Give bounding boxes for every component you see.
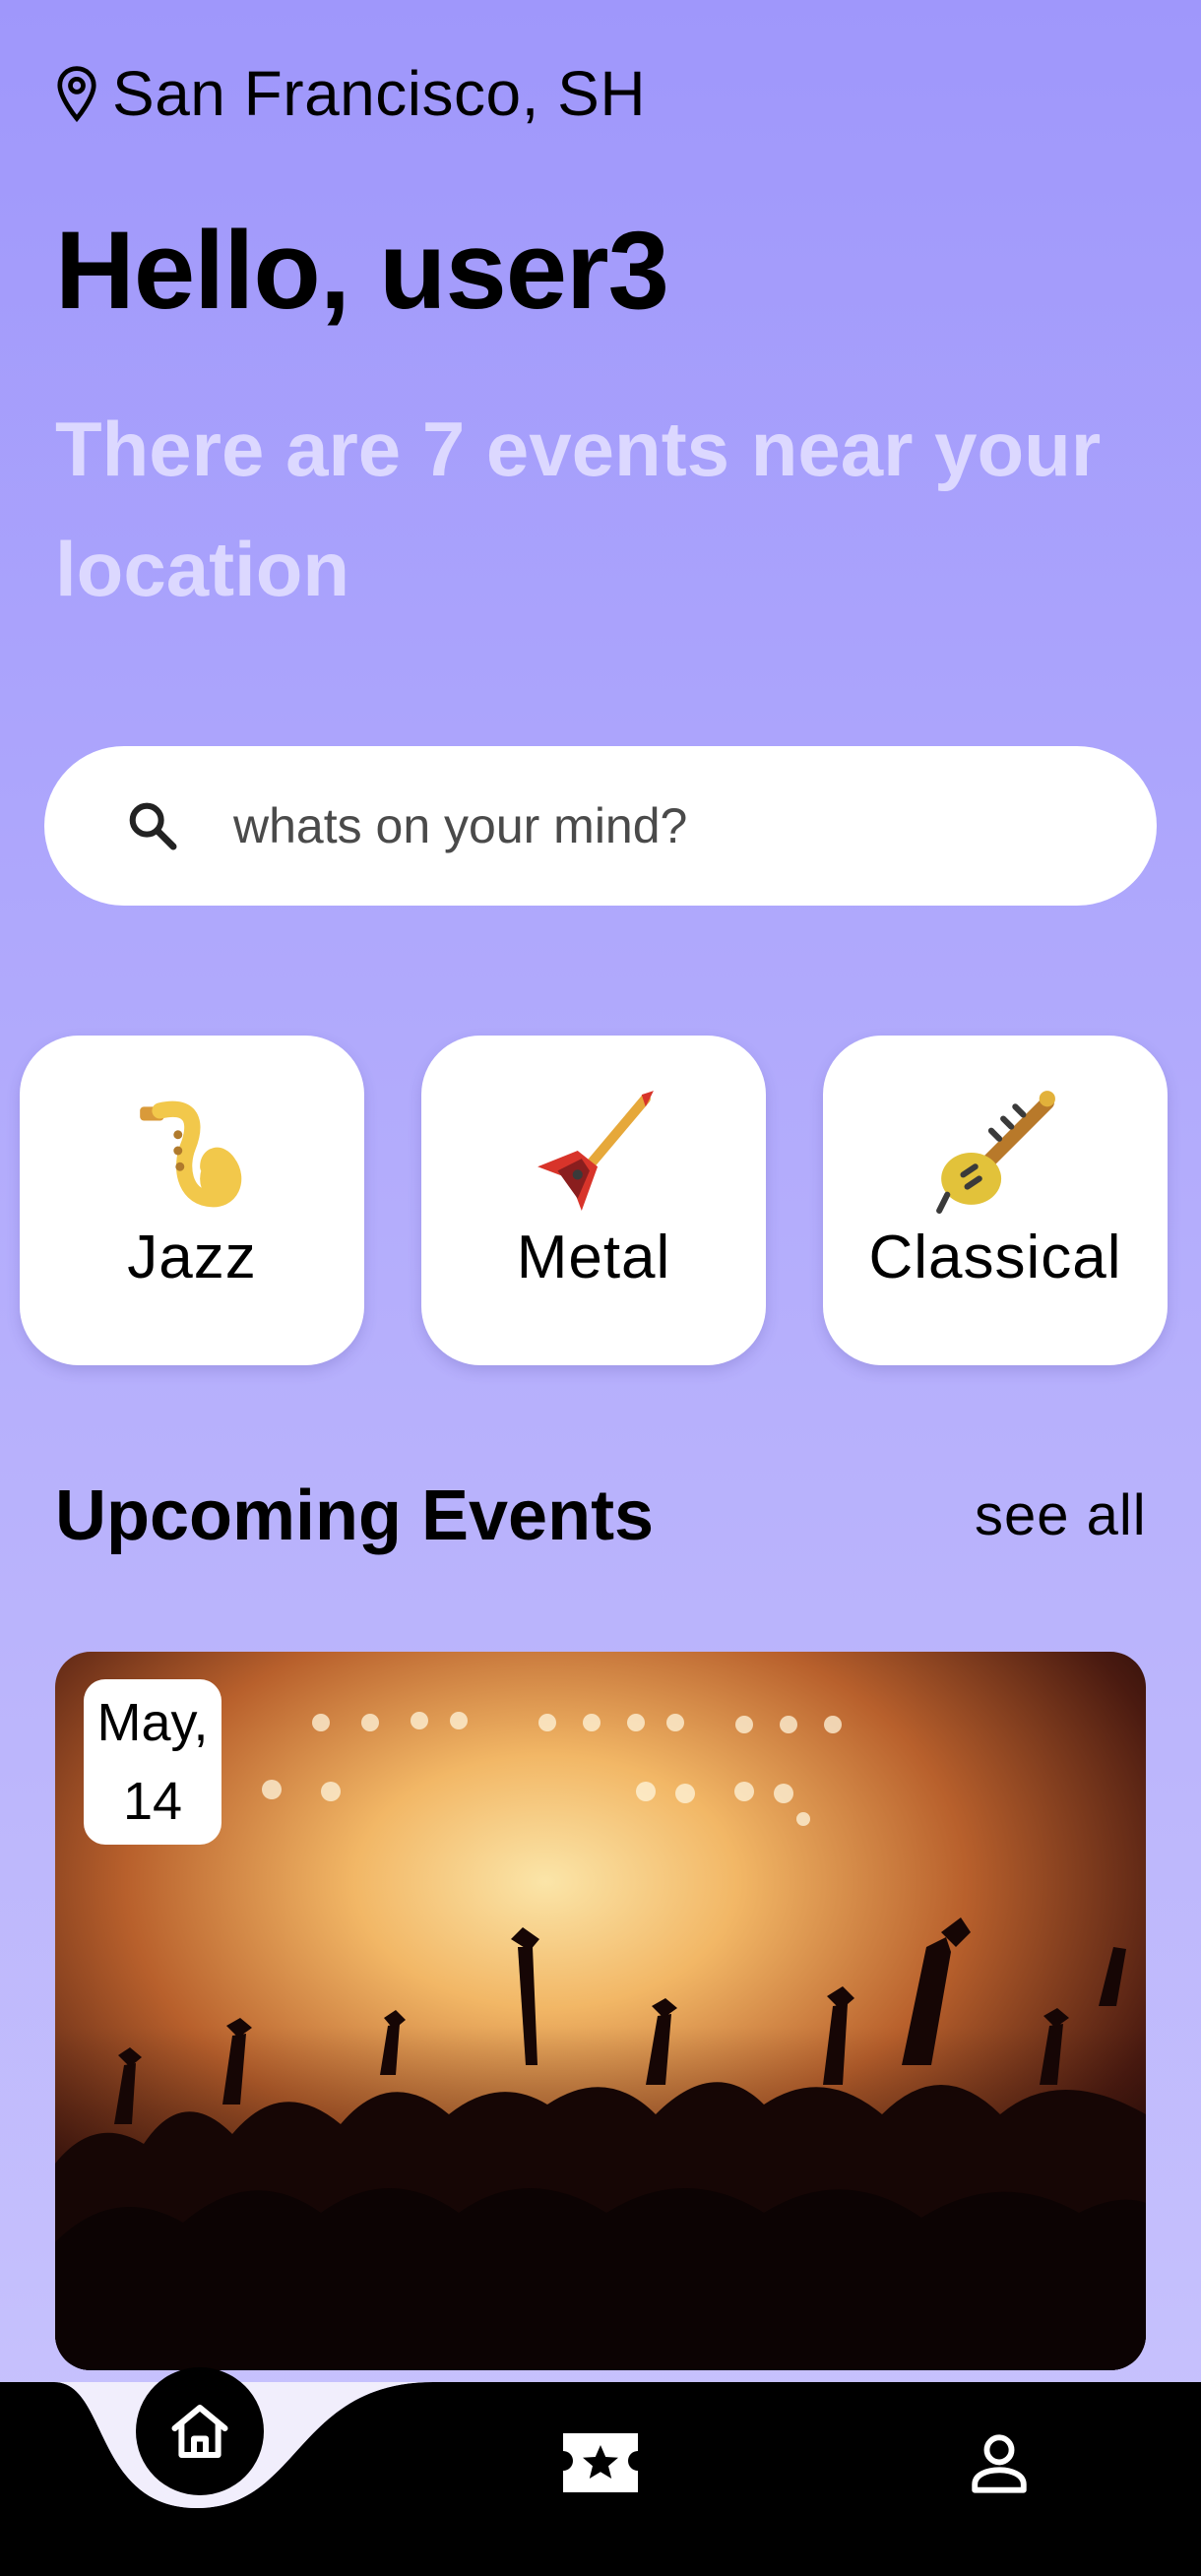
search-input[interactable] [231,796,1121,855]
event-date-badge: May, 14 [84,1679,221,1845]
search-icon [129,802,177,850]
category-label-jazz: Jazz [127,1224,257,1291]
category-card-jazz[interactable]: Jazz [20,1036,364,1365]
events-near-subtitle: There are 7 events near your location [55,406,1102,612]
category-label-metal: Metal [516,1224,671,1291]
nav-home-button[interactable] [136,2367,264,2495]
search-bar[interactable] [44,746,1157,906]
home-icon [171,2405,228,2458]
electric-guitar-icon [537,1091,654,1211]
location-row[interactable]: San Francisco, SH [55,49,646,138]
greeting-title: Hello, user3 [55,209,669,332]
nav-events-button[interactable] [563,2433,638,2492]
sitar-icon [936,1091,1055,1214]
event-date-day: 14 [122,1772,183,1831]
saxophone-icon [140,1100,242,1208]
category-card-classical[interactable]: Classical [823,1036,1168,1365]
category-card-metal[interactable]: Metal [421,1036,766,1365]
see-all-link[interactable]: see all [975,1481,1147,1550]
category-label-classical: Classical [868,1224,1122,1291]
ticket-star-icon [563,2433,638,2492]
profile-icon [972,2434,1027,2493]
location-text: San Francisco, SH [112,58,647,129]
event-date-month: May, [96,1693,209,1752]
nav-profile-button[interactable] [965,2427,1034,2498]
upcoming-events-title: Upcoming Events [55,1476,655,1555]
map-pin-icon [57,66,96,122]
